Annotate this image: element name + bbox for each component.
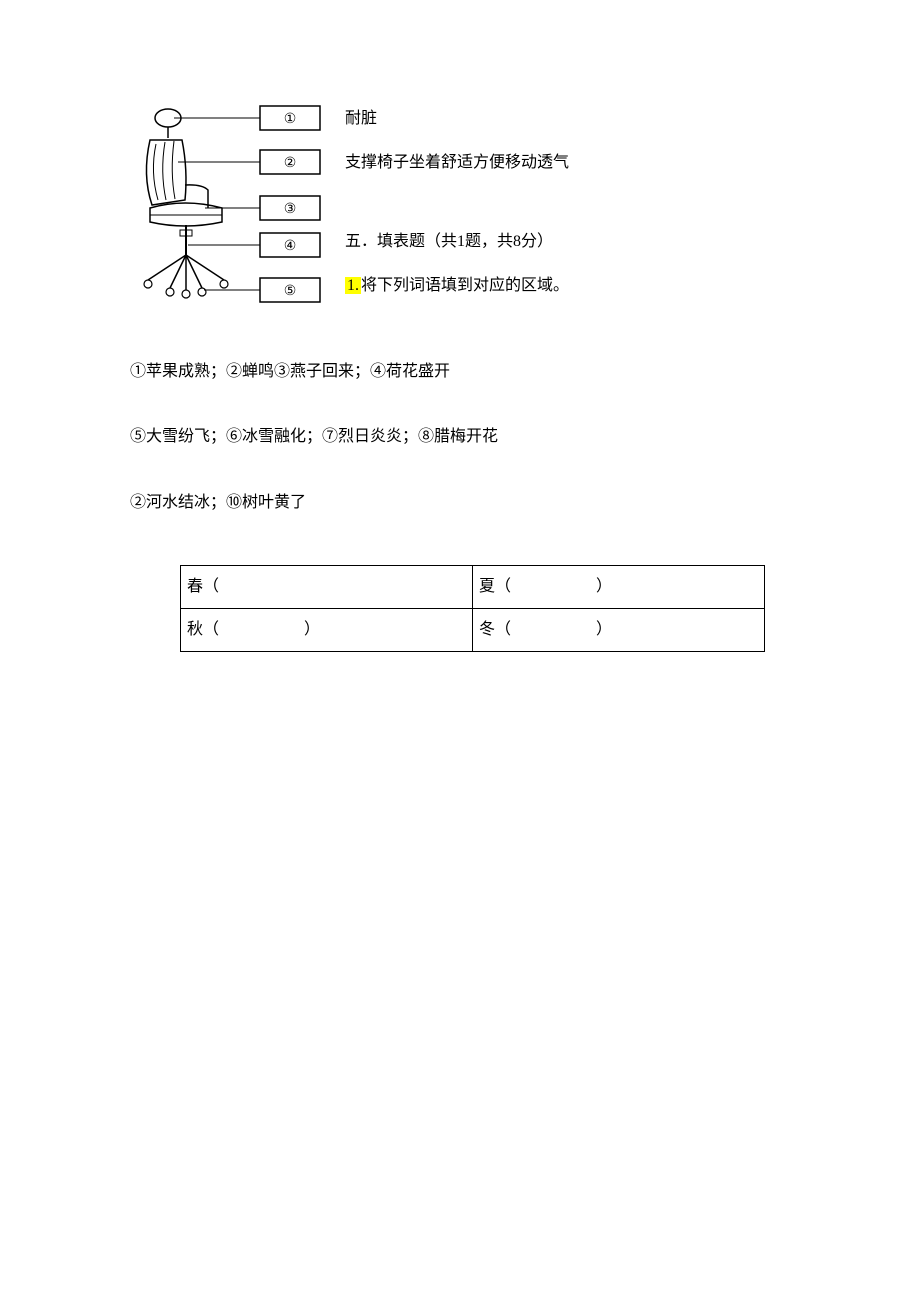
word-list-line-2: ⑤大雪纷飞；⑥冰雪融化；⑦烈日炎炎；⑧腊梅开花 [130, 424, 790, 450]
cell-autumn: 秋 （ ） [181, 608, 473, 651]
seasons-table: 春（ 夏 （ ） 秋 （ ） [180, 565, 765, 651]
word-list-line-3: ②河水结冰；⑩树叶黄了 [130, 490, 790, 516]
word-list-line-1: ①苹果成熟；②蝉鸣③燕子回来；④荷花盛开 [130, 359, 790, 385]
annotation-line-1: 耐脏 [345, 106, 569, 132]
cell-summer: 夏 （ ） [473, 566, 765, 609]
diagram-label-5: ⑤ [284, 284, 297, 299]
diagram-label-1: ① [284, 112, 297, 127]
cell-spring: 春（ [181, 566, 473, 609]
section-heading: 五．填表题（共1题，共8分） [345, 229, 569, 255]
question-prompt: 1.将下列词语填到对应的区域。 [345, 273, 569, 299]
cell-winter: 冬 （ ） [473, 608, 765, 651]
question-text: 将下列词语填到对应的区域。 [361, 277, 569, 294]
diagram-label-2: ② [284, 156, 297, 171]
question-number: 1. [345, 277, 361, 294]
diagram-label-3: ③ [284, 202, 297, 217]
diagram-label-4: ④ [284, 239, 297, 254]
chair-diagram: ① ② ③ ④ ⑤ [130, 100, 330, 319]
annotation-line-2: 支撑椅子坐着舒适方便移动透气 [345, 150, 569, 176]
